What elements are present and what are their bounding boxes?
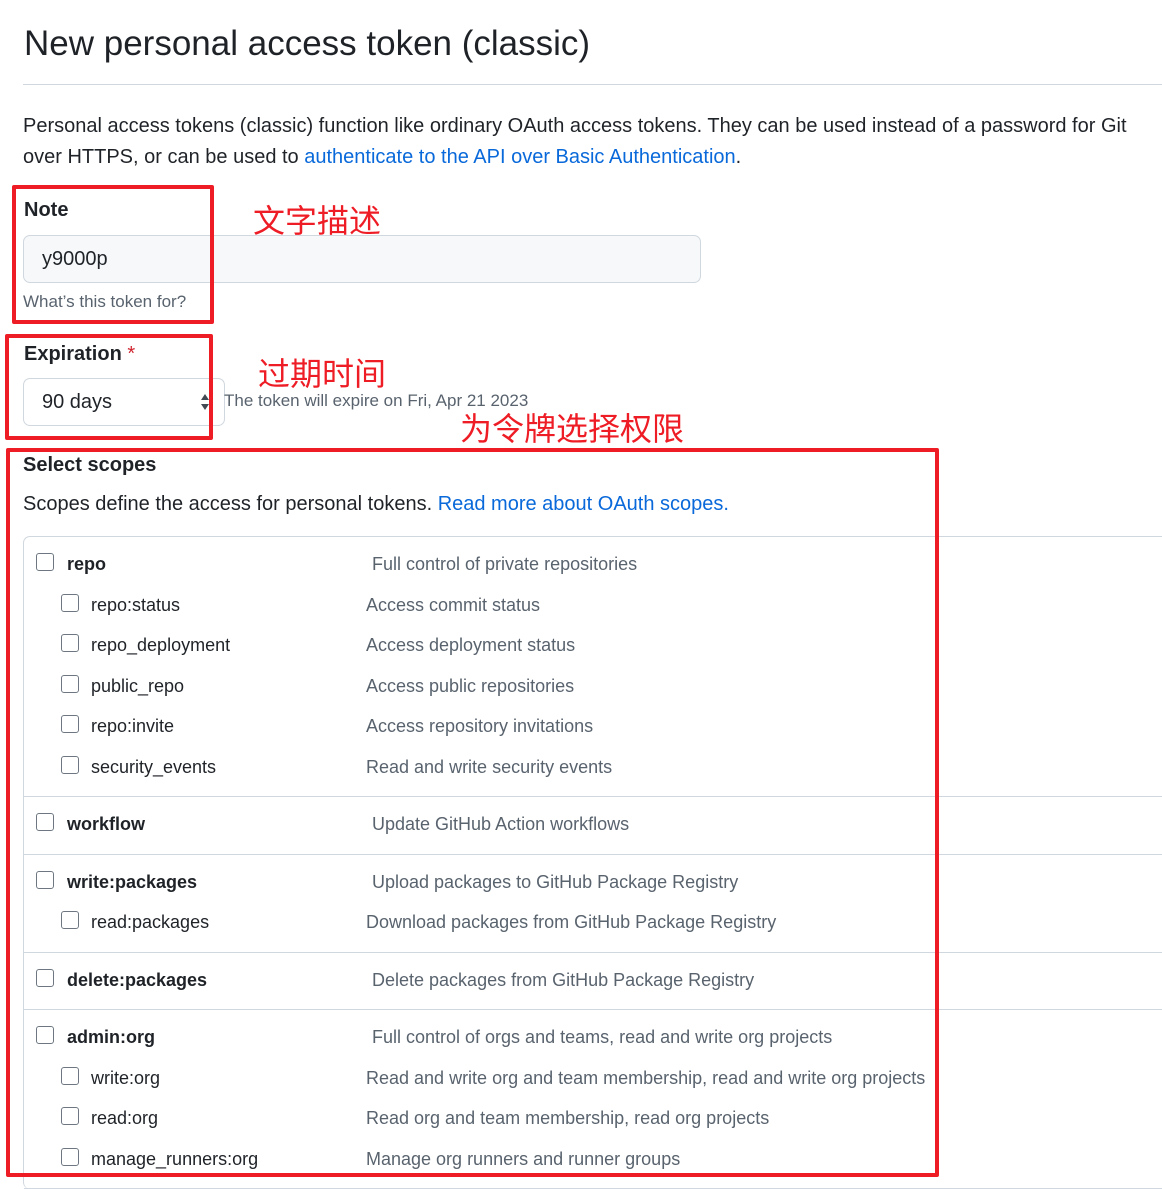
- annotation-box-scopes: [6, 448, 939, 1177]
- page-title: New personal access token (classic): [24, 24, 591, 63]
- intro-end: .: [735, 146, 742, 168]
- annotation-box-expiration: [5, 334, 213, 440]
- expiration-hint: The token will expire on Fri, Apr 21 202…: [224, 391, 529, 410]
- annotation-expiration: 过期时间: [258, 356, 387, 392]
- intro-text: Personal access tokens (classic) functio…: [23, 111, 1158, 173]
- annotation-note: 文字描述: [253, 203, 382, 239]
- annotation-box-note: [12, 185, 214, 324]
- basic-auth-link[interactable]: authenticate to the API over Basic Authe…: [304, 146, 735, 168]
- annotation-scopes: 为令牌选择权限: [460, 411, 685, 447]
- title-divider: [23, 84, 1162, 85]
